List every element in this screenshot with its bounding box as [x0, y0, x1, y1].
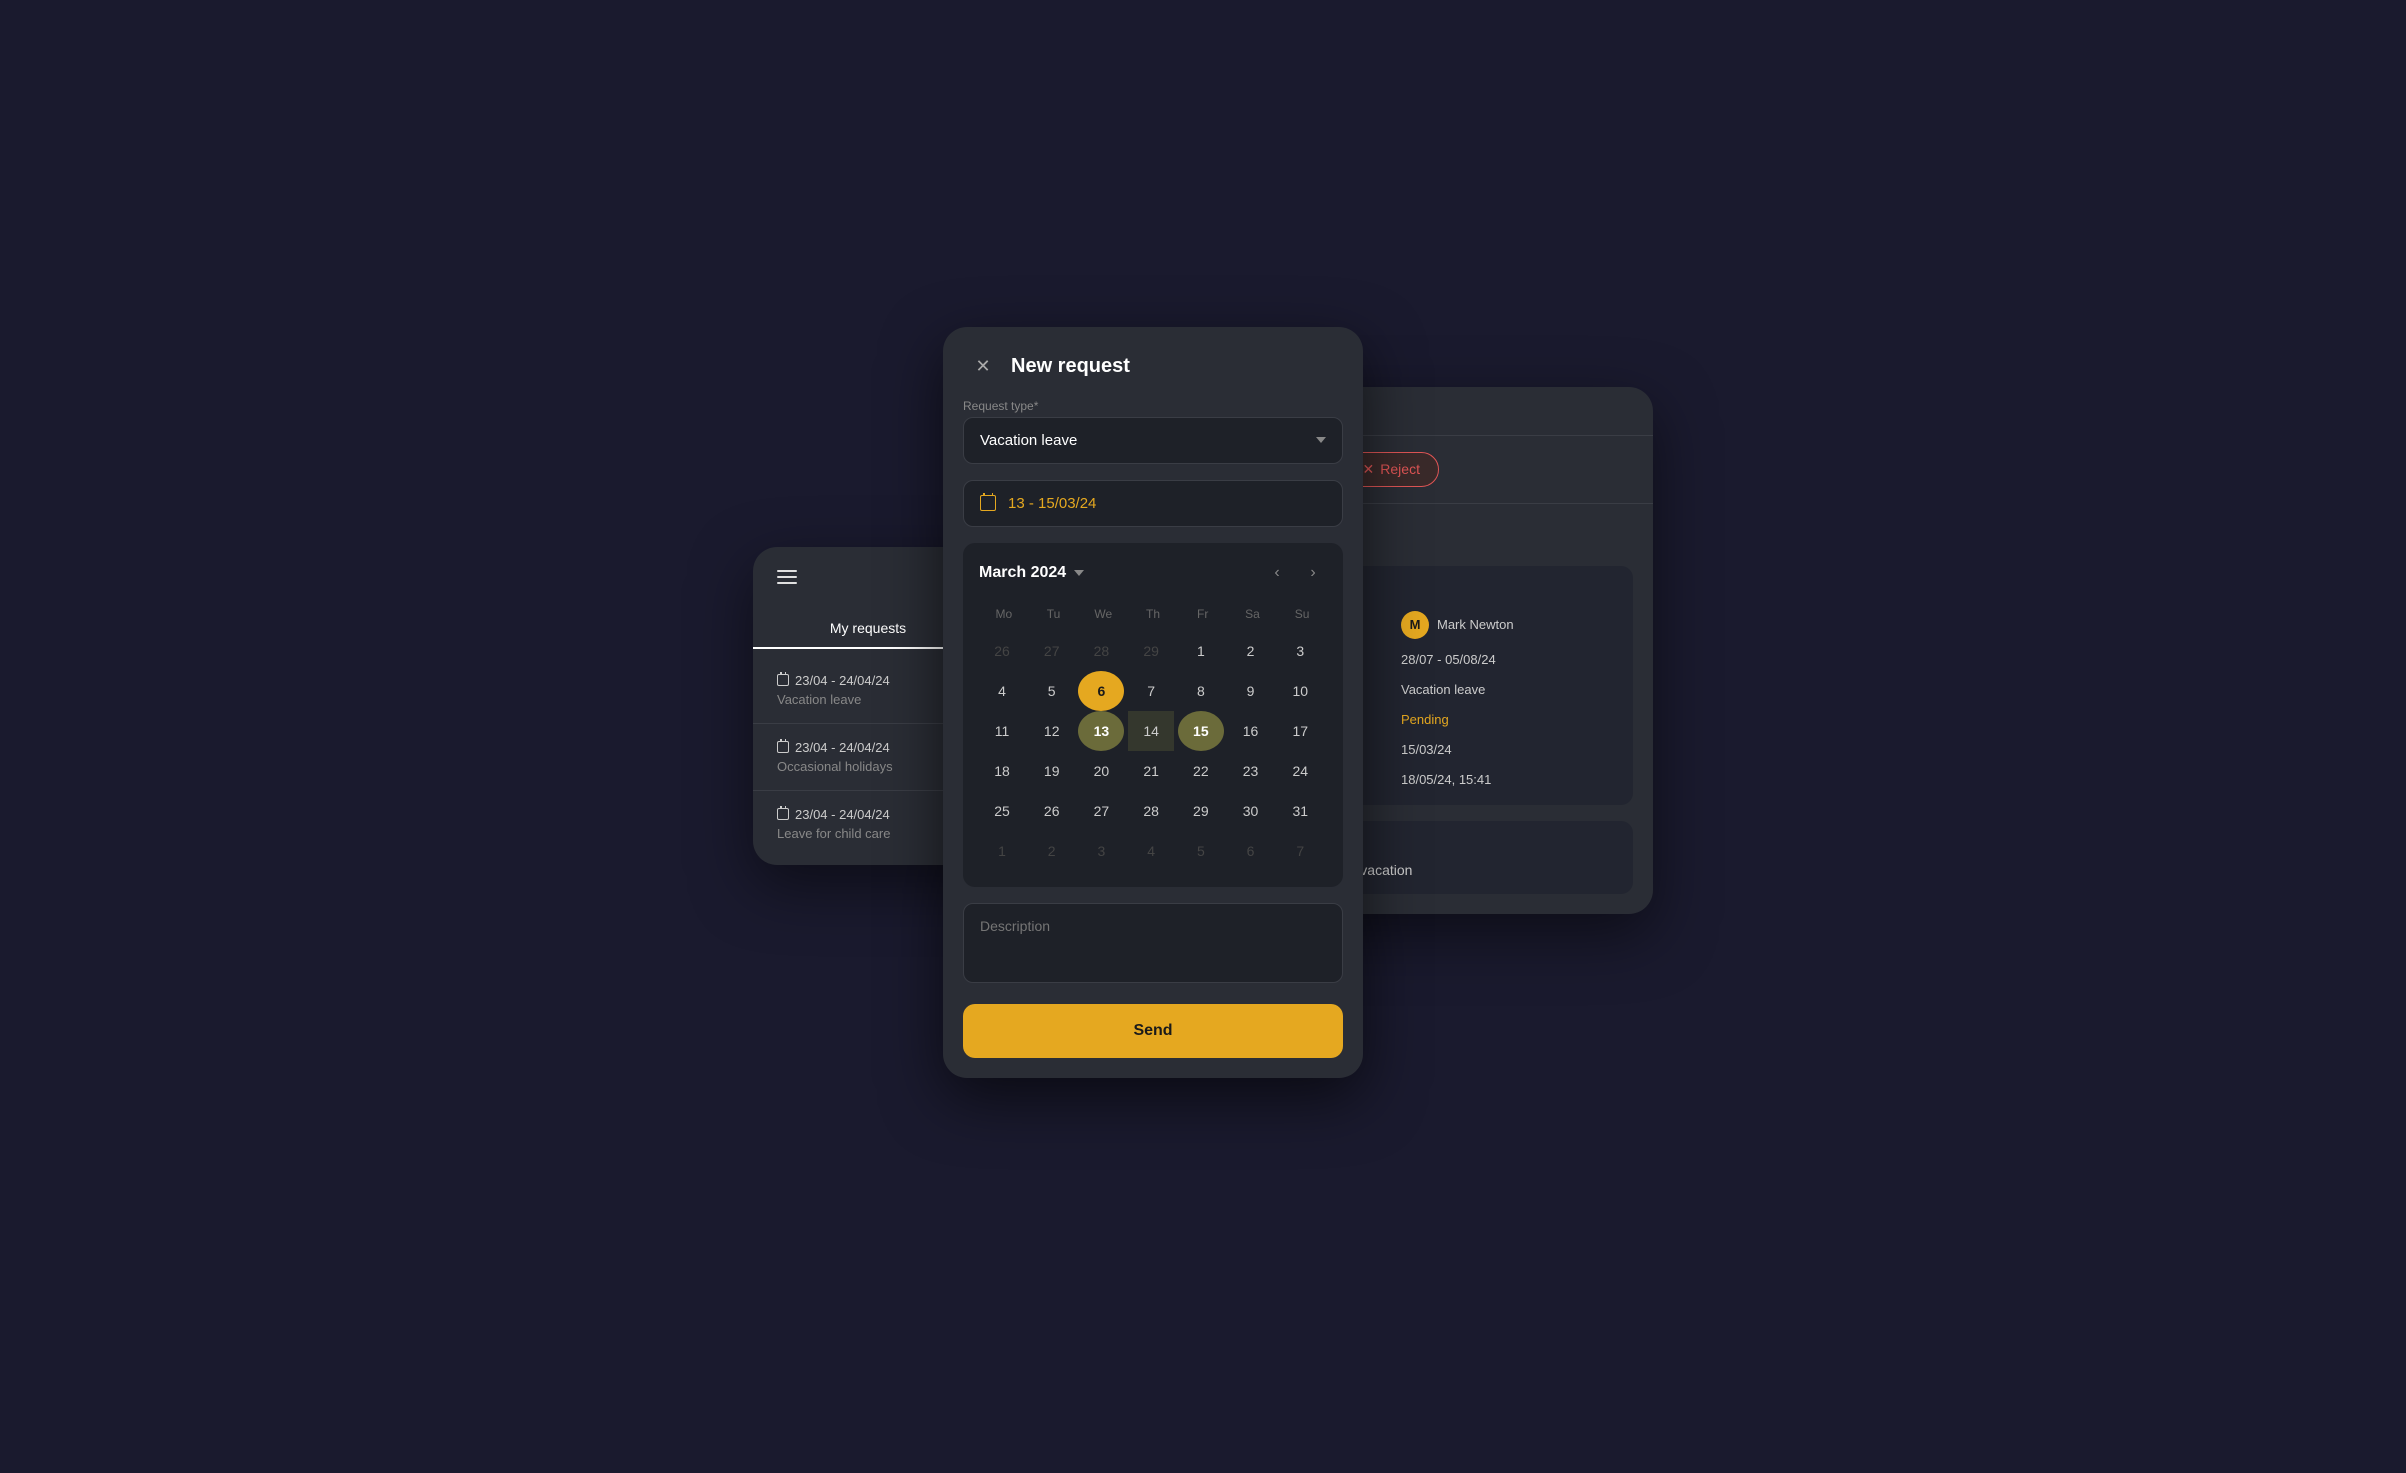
day-header-sa: Sa [1228, 603, 1278, 631]
cal-day[interactable]: 28 [1078, 631, 1124, 671]
x-icon: ✕ [1363, 461, 1375, 478]
status-badge: Pending [1401, 712, 1449, 727]
request-date: 23/04 - 24/04/24 [777, 740, 893, 755]
calendar-grid: Mo Tu We Th Fr Sa Su 26 27 28 29 1 2 3 [979, 603, 1327, 871]
cal-day[interactable]: 18 [979, 751, 1025, 791]
request-type: Vacation leave [777, 692, 890, 707]
cal-day[interactable]: 4 [1128, 831, 1174, 871]
employee-value: M Mark Newton [1401, 611, 1514, 639]
next-month-button[interactable]: › [1299, 559, 1327, 587]
middle-panel: ✕ New request Request type* Vacation lea… [943, 327, 1363, 1078]
date-range-field[interactable]: 13 - 15/03/24 [963, 480, 1343, 527]
day-header-su: Su [1277, 603, 1327, 631]
request-type-label: Request type* [963, 399, 1343, 413]
modified-value: 18/05/24, 15:41 [1401, 772, 1491, 787]
request-date: 23/04 - 24/04/24 [777, 807, 890, 822]
day-header-tu: Tu [1029, 603, 1079, 631]
chevron-down-icon [1074, 570, 1084, 576]
request-type-select[interactable]: Vacation leave [963, 417, 1343, 464]
cal-day[interactable]: 2 [1228, 631, 1274, 671]
calendar-container: March 2024 ‹ › Mo Tu We Th Fr Sa [963, 543, 1343, 887]
cal-day-today[interactable]: 6 [1078, 671, 1124, 711]
date-range-group: 13 - 15/03/24 [963, 480, 1343, 527]
request-type: Occasional holidays [777, 759, 893, 774]
cal-day[interactable]: 26 [1029, 791, 1075, 831]
calendar-icon [777, 741, 789, 753]
cal-day[interactable]: 16 [1228, 711, 1274, 751]
cal-day[interactable]: 5 [1029, 671, 1075, 711]
calendar-icon [777, 674, 789, 686]
cal-day[interactable]: 5 [1178, 831, 1224, 871]
cal-day[interactable]: 2 [1029, 831, 1075, 871]
cal-day[interactable]: 27 [1078, 791, 1124, 831]
cal-day[interactable]: 19 [1029, 751, 1075, 791]
day-header-we: We [1078, 603, 1128, 631]
cal-day-range-end[interactable]: 15 [1178, 711, 1224, 751]
cal-day[interactable]: 29 [1128, 631, 1174, 671]
description-input[interactable] [963, 903, 1343, 983]
cal-day[interactable]: 23 [1228, 751, 1274, 791]
cal-day[interactable]: 30 [1228, 791, 1274, 831]
cal-day[interactable]: 8 [1178, 671, 1224, 711]
calendar-nav: March 2024 ‹ › [979, 559, 1327, 587]
cal-day[interactable]: 20 [1078, 751, 1124, 791]
chevron-down-icon [1316, 437, 1326, 443]
cal-day[interactable]: 12 [1029, 711, 1075, 751]
cal-day[interactable]: 3 [1078, 831, 1124, 871]
cal-day[interactable]: 7 [1128, 671, 1174, 711]
cal-day[interactable]: 31 [1277, 791, 1323, 831]
calendar-icon [980, 495, 996, 511]
cal-day[interactable]: 11 [979, 711, 1025, 751]
cal-day[interactable]: 24 [1277, 751, 1323, 791]
cal-day[interactable]: 9 [1228, 671, 1274, 711]
close-button[interactable]: ✕ [967, 351, 999, 383]
request-type-group: Request type* Vacation leave [963, 399, 1343, 464]
calendar-arrows: ‹ › [1263, 559, 1327, 587]
cal-day-range-start[interactable]: 13 [1078, 711, 1124, 751]
request-type: Leave for child care [777, 826, 890, 841]
cal-day[interactable]: 17 [1277, 711, 1323, 751]
modal-header: ✕ New request [943, 327, 1363, 399]
cal-day[interactable]: 25 [979, 791, 1025, 831]
request-info: 23/04 - 24/04/24 Leave for child care [777, 807, 890, 841]
cal-day[interactable]: 29 [1178, 791, 1224, 831]
creation-value: 15/03/24 [1401, 742, 1452, 757]
month-year-selector[interactable]: March 2024 [979, 564, 1084, 582]
period-value: 28/07 - 05/08/24 [1401, 652, 1496, 667]
cal-day[interactable]: 22 [1178, 751, 1224, 791]
request-info: 23/04 - 24/04/24 Occasional holidays [777, 740, 893, 774]
cal-day[interactable]: 27 [1029, 631, 1075, 671]
day-header-fr: Fr [1178, 603, 1228, 631]
modal-body: Request type* Vacation leave 13 - 15/03/… [943, 399, 1363, 1078]
cal-day[interactable]: 7 [1277, 831, 1323, 871]
scene: Days off My requests Employee requests 2… [753, 327, 1653, 1147]
hamburger-icon[interactable] [777, 570, 797, 584]
cal-day[interactable]: 10 [1277, 671, 1323, 711]
cal-day[interactable]: 4 [979, 671, 1025, 711]
cal-day[interactable]: 1 [979, 831, 1025, 871]
cal-day[interactable]: 6 [1228, 831, 1274, 871]
request-info: 23/04 - 24/04/24 Vacation leave [777, 673, 890, 707]
cal-day[interactable]: 3 [1277, 631, 1323, 671]
send-button[interactable]: Send [963, 1004, 1343, 1058]
prev-month-button[interactable]: ‹ [1263, 559, 1291, 587]
cal-day-in-range[interactable]: 14 [1128, 711, 1174, 751]
type-value: Vacation leave [1401, 682, 1485, 697]
cal-day[interactable]: 1 [1178, 631, 1224, 671]
day-header-mo: Mo [979, 603, 1029, 631]
cal-day[interactable]: 28 [1128, 791, 1174, 831]
calendar-icon [777, 808, 789, 820]
cal-day[interactable]: 26 [979, 631, 1025, 671]
cal-day[interactable]: 21 [1128, 751, 1174, 791]
avatar: M [1401, 611, 1429, 639]
request-date: 23/04 - 24/04/24 [777, 673, 890, 688]
day-header-th: Th [1128, 603, 1178, 631]
modal-title: New request [1011, 355, 1130, 378]
